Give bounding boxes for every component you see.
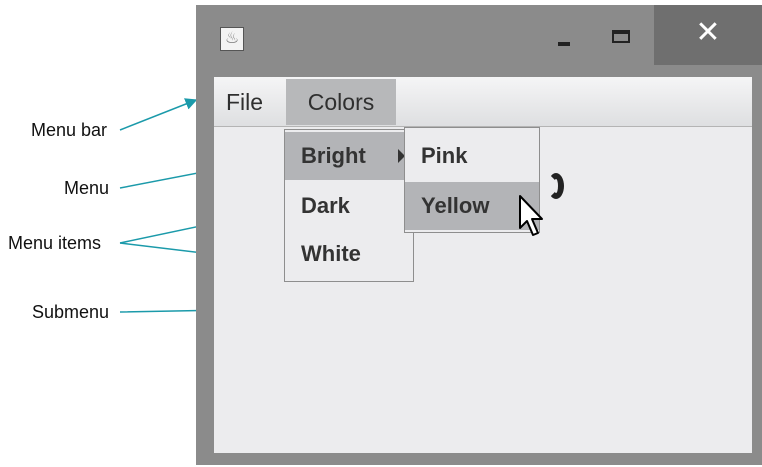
arrow-menu-bar	[119, 98, 198, 131]
minimize-button[interactable]	[542, 23, 586, 57]
callout-menu: Menu	[64, 178, 110, 198]
partial-glyph	[548, 173, 564, 199]
menu-bar: File Colors	[214, 77, 752, 127]
maximize-button[interactable]	[600, 23, 644, 57]
java-cup-icon[interactable]: ♨	[220, 27, 244, 51]
menu-colors[interactable]: Colors	[286, 79, 396, 125]
content-pane: File Colors Bright Dark White Pink Yello…	[214, 77, 752, 453]
title-bar[interactable]: ♨ ✕	[196, 5, 762, 73]
close-icon: ✕	[695, 16, 721, 49]
close-button[interactable]: ✕	[654, 5, 762, 65]
menu-item-bright[interactable]: Bright	[285, 132, 413, 180]
minimize-icon	[558, 42, 570, 46]
callout-submenu: Submenu	[32, 302, 110, 322]
menu-item-white[interactable]: White	[285, 230, 413, 278]
colors-menu-popup: Bright Dark White	[284, 129, 414, 282]
menu-file[interactable]: File	[216, 79, 273, 125]
maximize-icon	[612, 30, 630, 43]
callout-menu-items: Menu items	[8, 233, 102, 253]
menu-item-pink[interactable]: Pink	[405, 132, 539, 180]
menu-item-dark[interactable]: Dark	[285, 182, 413, 230]
menu-item-bright-label: Bright	[301, 143, 366, 168]
mouse-cursor-icon	[519, 195, 543, 236]
java-window: ♨ ✕ File Colors Bright Dark White Pink Y…	[196, 5, 762, 465]
callout-menu-bar: Menu bar	[31, 120, 108, 140]
